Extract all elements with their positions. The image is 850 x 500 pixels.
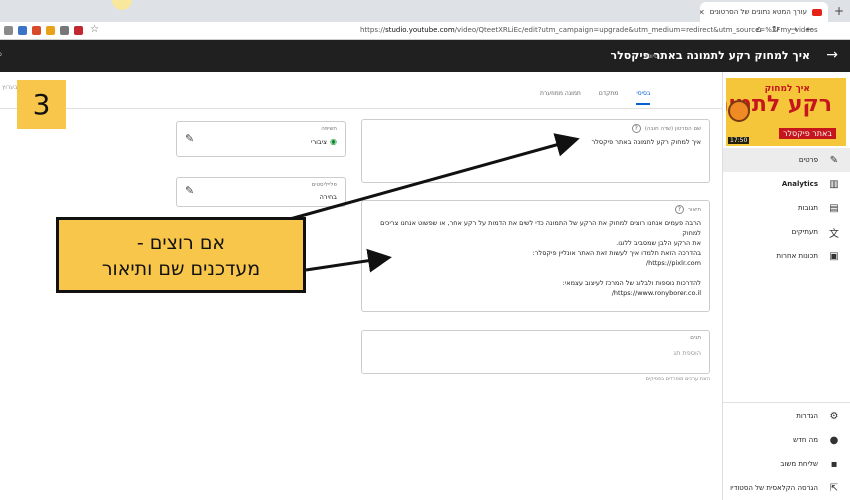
browser-tab-strip: עורך המטא נתונים של הסרטונים ✕ + [0,0,850,22]
bookmark-icon[interactable] [32,26,41,35]
sidebar-item-analytics[interactable]: ▥ Analytics [723,172,850,196]
youtube-favicon-icon [812,8,822,16]
info-icon: ● [829,434,839,446]
sidebar-item-label: הגרסה הקלאסית של הסטודיו [730,484,818,492]
gear-icon: ⚙ [829,410,839,422]
address-bar: ☆ https://studio.youtube.com/video/Qteet… [0,22,850,40]
browser-tab-title: עורך המטא נתונים של הסרטונים [709,8,807,16]
forward-icon[interactable]: → [790,25,798,35]
description-text[interactable]: הרבה פעמים אנחנו רוצים למחוק את הרקע של … [370,218,701,298]
instruction-callout: אם רוצים - מעדכנים שם ותיאור [56,217,306,293]
sidebar-item-label: שליחת משוב [780,460,818,468]
description-line: את הרקע הלבן שמסביב ללוגו. [616,239,701,247]
back-arrow-icon[interactable]: → [826,47,838,63]
sidebar-item-label: תכונות אחרות [776,252,818,260]
pencil-icon: ✎ [829,154,839,166]
analytics-icon: ▥ [829,178,839,190]
description-field-label: תיאור [687,206,701,213]
url-field[interactable]: https://studio.youtube.com/video/QteetXR… [360,26,818,34]
studio-top-bar: → איך למחוק רקע לתמונה באתר פיקסלר טיוטה… [0,40,850,72]
tab-basic[interactable]: בסיסי [636,90,651,105]
description-line: הרבה פעמים אנחנו רוצים למחוק את הרקע של … [380,219,701,237]
close-tab-icon[interactable]: ✕ [700,8,705,17]
visibility-value: ציבורי [311,137,328,146]
tags-note: הזנת ערכים מופרדים בפסיקים [645,376,710,382]
description-line: https://www.ronyborer.co.il/ [611,289,701,297]
reload-icon[interactable]: ↻ [772,25,780,35]
tab-advanced[interactable]: מתקדם [599,90,619,105]
bookmark-icon[interactable] [46,26,55,35]
home-icon[interactable]: ⌂ [756,25,762,35]
sidebar-item-label: הגדרות [796,412,818,420]
title-field-label: שם הסרטון (שדה חובה) [644,125,701,132]
eye-icon: ◉ [330,137,337,146]
sidebar-item-label: מה חדש [793,436,818,444]
visibility-card[interactable]: חשיפה ◉ ציבורי ✎ [176,121,346,157]
draft-badge: טיוטה [643,53,658,60]
detail-tabs: בסיסי מתקדם תמונה ממוזערת [540,90,651,105]
sidebar-item-classic-studio[interactable]: ⇱ הגרסה הקלאסית של הסטודיו [723,476,850,500]
description-line: בהדרכה הזאת תלמדו איך לעשות זאת האתר אונ… [532,249,701,257]
description-field[interactable]: תיאור? הרבה פעמים אנחנו רוצים למחוק את ה… [361,200,710,312]
bookmark-star-icon[interactable]: ☆ [90,24,99,35]
help-icon[interactable]: ? [631,124,641,133]
video-thumbnail[interactable]: איך למחוק רקע לתמונה באתר פיקסלר 17:50 [726,78,846,146]
sidebar-item-label: תגובות [798,204,818,212]
back-icon[interactable]: ← [806,25,814,35]
sidebar-item-settings[interactable]: ⚙ הגדרות [723,404,850,428]
playlist-value: בחירה [319,193,337,201]
sidebar-item-feedback[interactable]: ▪ שליחת משוב [723,452,850,476]
edit-pencil-icon[interactable]: ✎ [185,184,194,197]
callout-line-1: אם רוצים - [136,232,226,254]
title-field[interactable]: שם הסרטון (שדה חובה)? איך למחוק רקע לתמו… [361,119,710,183]
owl-logo-icon [728,100,750,122]
playlist-card[interactable]: פלייליסטים בחירה ✎ [176,177,346,207]
translate-icon: 文 [829,228,839,240]
search-icon[interactable]: ⌕ [0,49,3,60]
classic-studio-icon: ⇱ [829,482,839,494]
description-line: להדרכות נוספות ולבלוג של המרכז לעיצוב עצ… [562,279,701,287]
sidebar-item-label: Analytics [781,180,818,188]
sidebar-item-whats-new[interactable]: ● מה חדש [723,428,850,452]
other-features-icon: ▣ [829,250,839,262]
step-number-badge: 3 [17,80,66,129]
title-field-value[interactable]: איך למחוק רקע לתמונה באתר פיקסלר [370,137,701,147]
bookmark-icon[interactable] [18,26,27,35]
browser-tab[interactable]: עורך המטא נתונים של הסרטונים ✕ [700,2,828,22]
sidebar-divider [723,402,850,403]
decorative-glow [112,0,132,10]
description-line: https://pixlr.com/ [645,259,701,267]
description-blank-line [370,268,701,278]
video-duration: 17:50 [728,137,750,144]
comments-icon: ▤ [829,202,839,214]
tags-field[interactable]: תגים הוספת תג [361,330,710,374]
sidebar-item-comments[interactable]: ▤ תגובות [723,196,850,220]
new-tab-icon[interactable]: + [834,4,844,18]
help-icon[interactable]: ? [674,205,684,214]
right-sidebar: איך למחוק רקע לתמונה באתר פיקסלר 17:50 ✎… [722,72,850,500]
tags-field-label: תגים [690,335,701,341]
sidebar-item-translations[interactable]: 文 תעתיקים [723,220,850,244]
edit-pencil-icon[interactable]: ✎ [185,132,194,145]
sidebar-item-label: תעתיקים [791,228,818,236]
tags-placeholder[interactable]: הוספת תג [370,349,701,357]
video-title-header: איך למחוק רקע לתמונה באתר פיקסלר [610,49,810,62]
sidebar-item-label: פרטים [798,156,818,164]
thumbnail-line-3: באתר פיקסלר [778,128,836,139]
pdf-icon[interactable] [74,26,83,35]
tab-thumbnail[interactable]: תמונה ממוזערת [540,90,581,105]
sidebar-item-details[interactable]: ✎ פרטים [723,148,850,172]
eyedropper-icon[interactable] [60,26,69,35]
sidebar-item-other-features[interactable]: ▣ תכונות אחרות [723,244,850,268]
tabs-divider [0,108,722,109]
playlist-label: פלייליסטים [311,182,337,188]
visibility-label: חשיפה [321,126,337,132]
bookmark-icon[interactable] [4,26,13,35]
feedback-icon: ▪ [830,458,838,470]
callout-line-2: מעדכנים שם ותיאור [101,258,261,280]
